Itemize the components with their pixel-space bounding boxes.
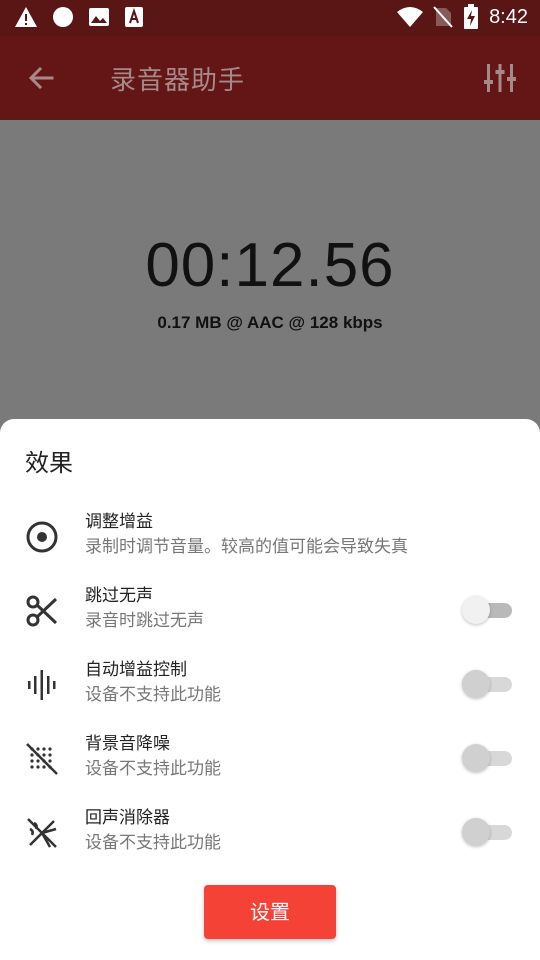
effects-sheet: 效果 调整增益 录制时调节音量。较高的值可能会导致失真 跳过无声 录音时跳过无声 — [0, 419, 540, 960]
settings-button[interactable]: 设置 — [204, 885, 336, 939]
no-sim-icon — [433, 6, 453, 28]
scissors-icon — [26, 595, 58, 627]
option-noise-suppression[interactable]: 背景音降噪 设备不支持此功能 — [0, 729, 540, 789]
noise-reduction-icon — [26, 743, 58, 775]
option-title: 调整增益 — [85, 512, 153, 532]
recording-timer: 00:12.56 — [145, 231, 395, 300]
option-title: 跳过无声 — [85, 586, 153, 606]
option-title: 回声消除器 — [85, 808, 170, 828]
tune-icon[interactable] — [482, 60, 518, 96]
app-bar: 录音器助手 — [0, 36, 540, 120]
echo-canceler-switch[interactable] — [462, 817, 512, 847]
target-icon — [26, 521, 58, 553]
option-adjust-gain[interactable]: 调整增益 录制时调节音量。较高的值可能会导致失真 — [0, 507, 540, 567]
option-skip-silence[interactable]: 跳过无声 录音时跳过无声 — [0, 581, 540, 641]
font-icon — [125, 7, 143, 27]
battery-charging-icon — [464, 4, 479, 29]
option-echo-canceler[interactable]: 回声消除器 设备不支持此功能 — [0, 803, 540, 863]
waveform-icon — [28, 670, 56, 700]
status-bar: 8:42 — [0, 0, 540, 36]
auto-gain-switch[interactable] — [462, 669, 512, 699]
file-info: 0.17 MB @ AAC @ 128 kbps — [157, 313, 383, 332]
skip-silence-switch[interactable] — [462, 595, 512, 625]
option-subtitle: 设备不支持此功能 — [85, 759, 221, 779]
noise-suppression-switch[interactable] — [462, 743, 512, 773]
option-subtitle: 设备不支持此功能 — [85, 685, 221, 705]
option-title: 背景音降噪 — [85, 734, 170, 754]
sheet-title: 效果 — [25, 449, 73, 477]
option-subtitle: 录制时调节音量。较高的值可能会导致失真 — [85, 537, 408, 557]
wifi-icon — [397, 7, 424, 27]
option-subtitle: 设备不支持此功能 — [85, 833, 221, 853]
echo-cancel-icon — [27, 818, 57, 848]
option-auto-gain-control[interactable]: 自动增益控制 设备不支持此功能 — [0, 655, 540, 715]
option-subtitle: 录音时跳过无声 — [85, 611, 204, 631]
image-icon — [89, 8, 109, 26]
arrow-left-icon[interactable] — [24, 60, 60, 96]
warning-icon — [15, 7, 37, 27]
option-title: 自动增益控制 — [85, 660, 187, 680]
app-title: 录音器助手 — [110, 66, 246, 96]
recording-panel: 00:12.56 0.17 MB @ AAC @ 128 kbps — [0, 120, 540, 420]
circle-icon — [53, 7, 73, 27]
status-time: 8:42 — [489, 5, 528, 28]
